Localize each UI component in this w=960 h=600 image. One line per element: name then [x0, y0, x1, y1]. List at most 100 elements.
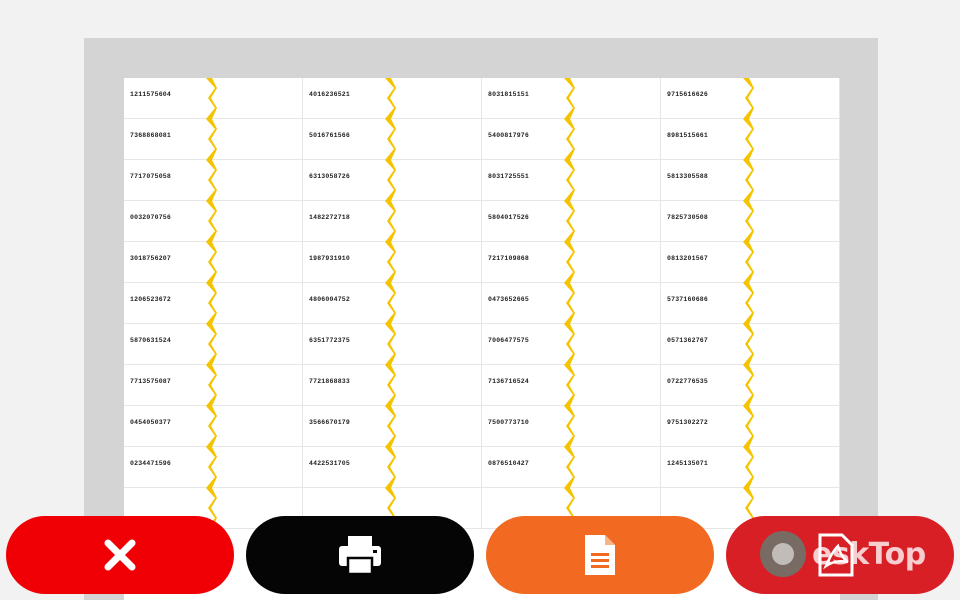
ticket-perforation	[383, 447, 396, 488]
ticket: 6351772375	[303, 324, 482, 365]
ticket-perforation	[204, 119, 217, 160]
ticket-perforation	[741, 242, 754, 283]
ticket: 7825730508	[661, 201, 840, 242]
ticket-body	[575, 242, 660, 282]
ticket-perforation	[562, 324, 575, 365]
ticket: 4422531705	[303, 447, 482, 488]
ticket-number: 9751302272	[667, 419, 709, 426]
ticket-body	[754, 365, 839, 405]
ticket-body	[217, 160, 302, 200]
ticket-body	[396, 365, 481, 405]
ticket-perforation	[204, 160, 217, 201]
ticket: 7500773710	[482, 406, 661, 447]
ticket-perforation	[562, 447, 575, 488]
ticket: 0473652665	[482, 283, 661, 324]
ticket-perforation	[204, 406, 217, 447]
ticket-perforation	[741, 78, 754, 119]
ticket: 8031725551	[482, 160, 661, 201]
close-button[interactable]	[6, 516, 234, 594]
app-window: 1211575604 4016236521 8031815151 9715616626…	[0, 0, 960, 600]
ticket-number: 4016236521	[309, 91, 351, 98]
ticket: 1245135071	[661, 447, 840, 488]
ticket-perforation	[562, 406, 575, 447]
ticket-body	[217, 365, 302, 405]
ticket-number: 7136716524	[488, 378, 530, 385]
ticket-number: 0454050377	[130, 419, 172, 426]
ticket-perforation	[383, 406, 396, 447]
ticket-stub: 1206523672	[124, 283, 204, 323]
ticket-stub: 1987931910	[303, 242, 383, 282]
ticket-perforation	[741, 365, 754, 406]
ticket-stub: 0032070756	[124, 201, 204, 241]
ticket-perforation	[741, 406, 754, 447]
ticket-stub: 1211575604	[124, 78, 204, 118]
ticket-number: 3018756207	[130, 255, 172, 262]
ticket: 0454050377	[124, 406, 303, 447]
ticket: 5813305588	[661, 160, 840, 201]
ticket: 7713575087	[124, 365, 303, 406]
ticket-number: 7713575087	[130, 378, 172, 385]
ticket-perforation	[204, 447, 217, 488]
ticket-stub: 5016761566	[303, 119, 383, 159]
ticket-perforation	[383, 324, 396, 365]
ticket-stub: 0722776535	[661, 365, 741, 405]
ticket-stub: 0876510427	[482, 447, 562, 487]
ticket-stub: 3018756207	[124, 242, 204, 282]
ticket-body	[396, 406, 481, 446]
ticket-body	[217, 119, 302, 159]
ticket-body	[575, 447, 660, 487]
ticket-stub: 5400817976	[482, 119, 562, 159]
ticket-number: 0032070756	[130, 214, 172, 221]
ticket-stub: 4422531705	[303, 447, 383, 487]
ticket-body	[217, 78, 302, 118]
ticket: 5870631524	[124, 324, 303, 365]
ticket-number: 5804017526	[488, 214, 530, 221]
ticket-perforation	[741, 447, 754, 488]
ticket-stub: 9715616626	[661, 78, 741, 118]
ticket-body	[754, 119, 839, 159]
ticket: 5737160686	[661, 283, 840, 324]
ticket-body	[217, 406, 302, 446]
ticket-body	[396, 324, 481, 364]
ticket: 0571362767	[661, 324, 840, 365]
ticket-stub: 8031725551	[482, 160, 562, 200]
ticket-number: 1482272718	[309, 214, 351, 221]
ticket-perforation	[204, 283, 217, 324]
ticket-number: 7500773710	[488, 419, 530, 426]
ticket: 7217109868	[482, 242, 661, 283]
document-icon	[585, 535, 615, 575]
ticket: 0032070756	[124, 201, 303, 242]
ticket-number: 5400817976	[488, 132, 530, 139]
ticket-stub: 0234471596	[124, 447, 204, 487]
ticket-perforation	[562, 78, 575, 119]
ticket: 8981515661	[661, 119, 840, 160]
ticket-perforation	[741, 201, 754, 242]
ticket-number: 3566670179	[309, 419, 351, 426]
ticket-body	[754, 160, 839, 200]
ticket-body	[396, 78, 481, 118]
ticket-number: 0234471596	[130, 460, 172, 467]
ticket-stub: 3566670179	[303, 406, 383, 446]
ticket-body	[754, 324, 839, 364]
ticket-stub: 7368868081	[124, 119, 204, 159]
ticket: 7136716524	[482, 365, 661, 406]
ticket-stub: 0473652665	[482, 283, 562, 323]
ticket-body	[754, 201, 839, 241]
ticket-perforation	[383, 119, 396, 160]
document-button[interactable]	[486, 516, 714, 594]
ticket-number: 7825730508	[667, 214, 709, 221]
ticket-perforation	[562, 119, 575, 160]
ticket-number: 7006477575	[488, 337, 530, 344]
print-button[interactable]	[246, 516, 474, 594]
ticket-number: 8031725551	[488, 173, 530, 180]
ticket: 9751302272	[661, 406, 840, 447]
ticket-sheet[interactable]: 1211575604 4016236521 8031815151 9715616626…	[124, 78, 840, 600]
ticket: 0722776535	[661, 365, 840, 406]
ticket-number: 8981515661	[667, 132, 709, 139]
ticket-stub: 7721868833	[303, 365, 383, 405]
ticket-stub: 5813305588	[661, 160, 741, 200]
ticket-stub: 6313058726	[303, 160, 383, 200]
ticket-perforation	[741, 119, 754, 160]
watermark-text: eskTop	[812, 536, 926, 572]
ticket-perforation	[741, 160, 754, 201]
